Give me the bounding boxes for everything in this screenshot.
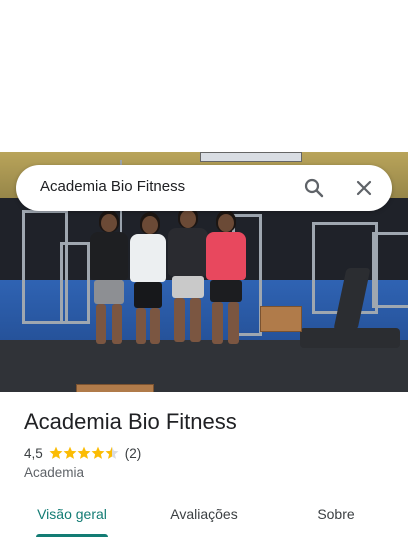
review-count[interactable]: (2) bbox=[125, 446, 142, 461]
photo-person-leg bbox=[228, 302, 239, 344]
photo-person-leg bbox=[136, 308, 146, 344]
photo-person-shorts bbox=[134, 282, 162, 308]
photo-person bbox=[128, 212, 168, 358]
place-title: Academia Bio Fitness bbox=[24, 409, 237, 434]
star-icon bbox=[77, 446, 91, 459]
photo-equipment-rack bbox=[372, 232, 408, 308]
photo-person-leg bbox=[212, 302, 223, 344]
photo-person-shirt bbox=[130, 234, 166, 282]
photo-person-leg bbox=[150, 308, 160, 344]
rating-value: 4,5 bbox=[24, 445, 43, 461]
photo-person-leg bbox=[112, 304, 122, 344]
photo-person-shorts bbox=[210, 280, 242, 302]
close-icon[interactable] bbox=[352, 176, 376, 200]
search-bar[interactable]: Academia Bio Fitness bbox=[16, 165, 392, 211]
photo-person-head bbox=[180, 210, 196, 228]
blank-area bbox=[0, 0, 408, 152]
star-icon bbox=[63, 446, 77, 459]
photo-person-shirt bbox=[168, 228, 208, 276]
photo-step bbox=[76, 384, 154, 392]
tab-overview[interactable]: Visão geral bbox=[26, 496, 118, 532]
star-icon bbox=[91, 446, 105, 459]
rating-row[interactable]: 4,5 (2) bbox=[24, 444, 141, 462]
star-rating bbox=[49, 446, 119, 460]
star-rating-graphic bbox=[49, 446, 119, 459]
photo-person-leg bbox=[190, 298, 201, 342]
photo-person-leg bbox=[96, 304, 106, 344]
search-input[interactable]: Academia Bio Fitness bbox=[40, 178, 185, 195]
photo-bench bbox=[300, 328, 400, 348]
photo-person bbox=[204, 210, 248, 360]
search-icon[interactable] bbox=[302, 176, 326, 200]
photo-person-head bbox=[101, 214, 117, 232]
photo-person-shirt bbox=[206, 232, 246, 280]
photo-person-leg bbox=[174, 298, 185, 342]
tab-reviews[interactable]: Avaliações bbox=[158, 496, 250, 532]
photo-person-head bbox=[142, 216, 158, 234]
active-tab-indicator bbox=[36, 534, 108, 537]
photo-person bbox=[86, 210, 130, 360]
star-icon bbox=[49, 446, 63, 459]
place-tabs: Visão geral Avaliações Sobre bbox=[0, 496, 408, 536]
photo-person-head bbox=[218, 214, 234, 232]
photo-person-shorts bbox=[94, 280, 124, 304]
place-category[interactable]: Academia bbox=[24, 465, 84, 480]
photo-person-shirt bbox=[90, 232, 128, 280]
photo-person-shorts bbox=[172, 276, 204, 298]
photo-box bbox=[260, 306, 302, 332]
tab-about[interactable]: Sobre bbox=[290, 496, 382, 532]
photo-window bbox=[200, 152, 302, 162]
star-icon bbox=[105, 446, 119, 459]
